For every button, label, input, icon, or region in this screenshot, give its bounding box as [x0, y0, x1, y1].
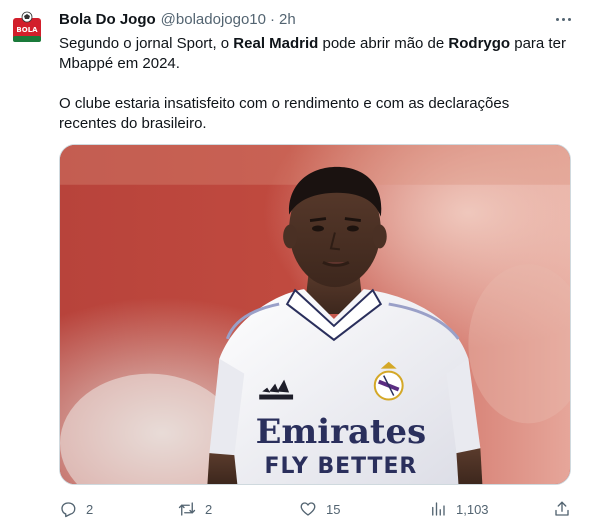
player-photo: Emirates FLY BETTER — [60, 145, 570, 484]
like-icon — [300, 502, 316, 516]
text-bold-rodrygo: Rodrygo — [448, 35, 511, 52]
text-segment: Segundo o jornal Sport, o — [59, 35, 234, 52]
avatar-text: BOLA — [16, 26, 38, 34]
views-button[interactable]: 1,103 — [429, 498, 489, 520]
tweet-time[interactable]: 2h — [279, 11, 296, 28]
tweet[interactable]: BOLA Bola Do Jogo @boladojogo10 · 2h Seg… — [0, 0, 595, 529]
retweet-count: 2 — [205, 501, 213, 517]
tweet-photo[interactable]: Emirates FLY BETTER — [59, 144, 571, 485]
text-segment: pode abrir mão de — [318, 35, 449, 52]
author-name[interactable]: Bola Do Jogo — [59, 11, 156, 28]
retweet-icon — [178, 502, 196, 516]
shirt-sponsor-line-1: Emirates — [256, 411, 427, 451]
more-icon[interactable] — [552, 9, 574, 29]
like-button[interactable]: 15 — [299, 498, 340, 520]
shirt-sponsor-line-2: FLY BETTER — [265, 454, 418, 479]
views-count: 1,103 — [456, 501, 489, 517]
reply-icon — [61, 502, 76, 518]
avatar[interactable]: BOLA — [7, 8, 47, 48]
share-icon — [555, 501, 569, 516]
reply-button[interactable]: 2 — [59, 498, 93, 520]
tweet-paragraph-2: O clube estaria insatisfeito com o rendi… — [59, 95, 510, 132]
bola-do-jogo-logo: BOLA — [7, 8, 47, 48]
tweet-text: Segundo o jornal Sport, o Real Madrid po… — [59, 34, 569, 134]
views-icon — [432, 502, 445, 516]
separator-dot: · — [270, 10, 275, 28]
text-bold-real-madrid: Real Madrid — [233, 35, 319, 52]
reply-count: 2 — [86, 501, 94, 517]
like-count: 15 — [326, 501, 341, 517]
tweet-paragraph-1: Segundo o jornal Sport, o Real Madrid po… — [59, 34, 569, 74]
tweet-header: Bola Do Jogo @boladojogo10 · 2h — [59, 9, 296, 29]
retweet-button[interactable]: 2 — [178, 498, 212, 520]
action-bar: 2 2 15 1,103 — [59, 498, 571, 520]
author-handle[interactable]: @boladojogo10 — [161, 11, 266, 28]
share-button[interactable] — [553, 498, 571, 520]
